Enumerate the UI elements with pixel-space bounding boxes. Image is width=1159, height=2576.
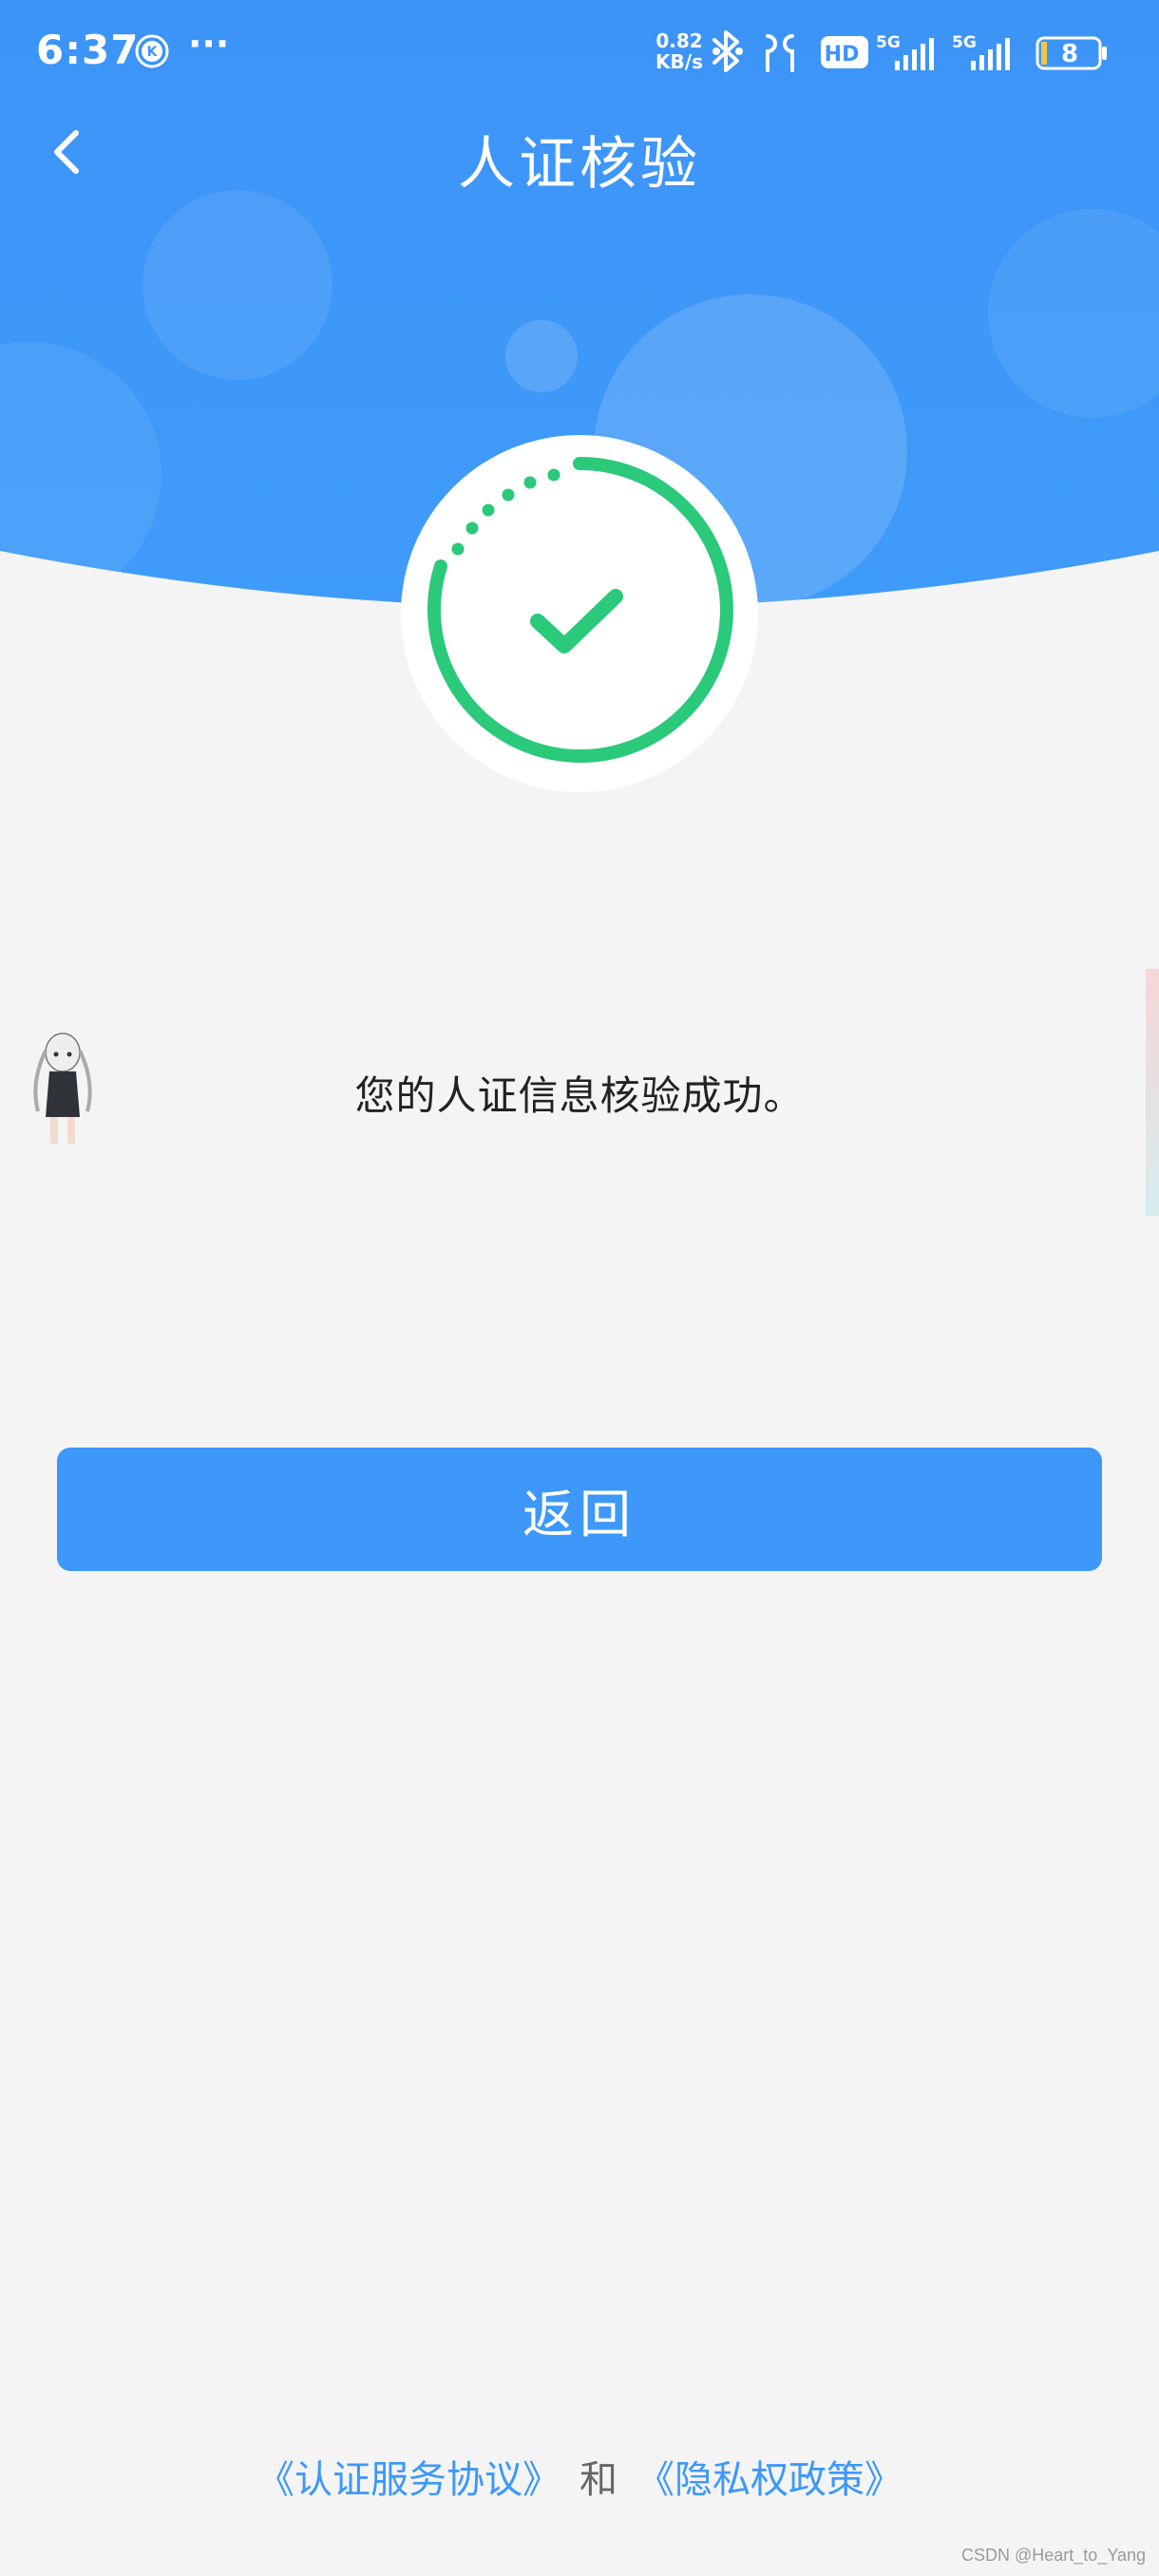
- footer-agreements: 《认证服务协议》和《隐私权政策》: [0, 2449, 1159, 2504]
- bluetooth-icon: [712, 30, 743, 72]
- battery-icon: 8: [1036, 36, 1107, 70]
- nav-bar: 人证核验: [0, 104, 1159, 199]
- privacy-policy-link[interactable]: 《隐私权政策》: [636, 2458, 902, 2502]
- clock: 6:37: [36, 27, 140, 73]
- net-speed-unit: KB/s: [656, 50, 703, 73]
- hd-icon: HD: [821, 36, 868, 68]
- return-button[interactable]: 返回: [57, 1448, 1102, 1571]
- status-icons: HD 5G 5G 8: [712, 30, 1107, 72]
- page-title: 人证核验: [458, 131, 701, 198]
- success-badge: [401, 435, 758, 792]
- svg-text:K: K: [147, 45, 159, 60]
- service-agreement-link[interactable]: 《认证服务协议》: [256, 2458, 560, 2502]
- sim2-label: 5G: [952, 33, 977, 52]
- net-speed-value: 0.82: [656, 29, 703, 52]
- k-app-notification-icon: K: [135, 34, 169, 68]
- earbuds-icon: [766, 34, 794, 72]
- status-bar: 6:37 K ··· 0.82 KB/s HD 5G 5G 8: [0, 0, 1159, 104]
- and-text: 和: [580, 2458, 618, 2502]
- battery-level: 8: [1061, 40, 1078, 68]
- hd-label: HD: [825, 43, 860, 66]
- sim1-label: 5G: [876, 33, 901, 52]
- result-message: 您的人证信息核验成功。: [354, 1072, 805, 1119]
- watermark: CSDN @Heart_to_Yang: [961, 2546, 1147, 2565]
- success-check-icon: [428, 456, 733, 763]
- signal-sim1-icon: 5G: [876, 33, 934, 70]
- network-speed: 0.82 KB/s: [652, 30, 707, 72]
- signal-sim2-icon: 5G: [952, 33, 1010, 70]
- side-edge-strip: [1146, 969, 1159, 1216]
- more-notifications-icon: ···: [188, 23, 230, 65]
